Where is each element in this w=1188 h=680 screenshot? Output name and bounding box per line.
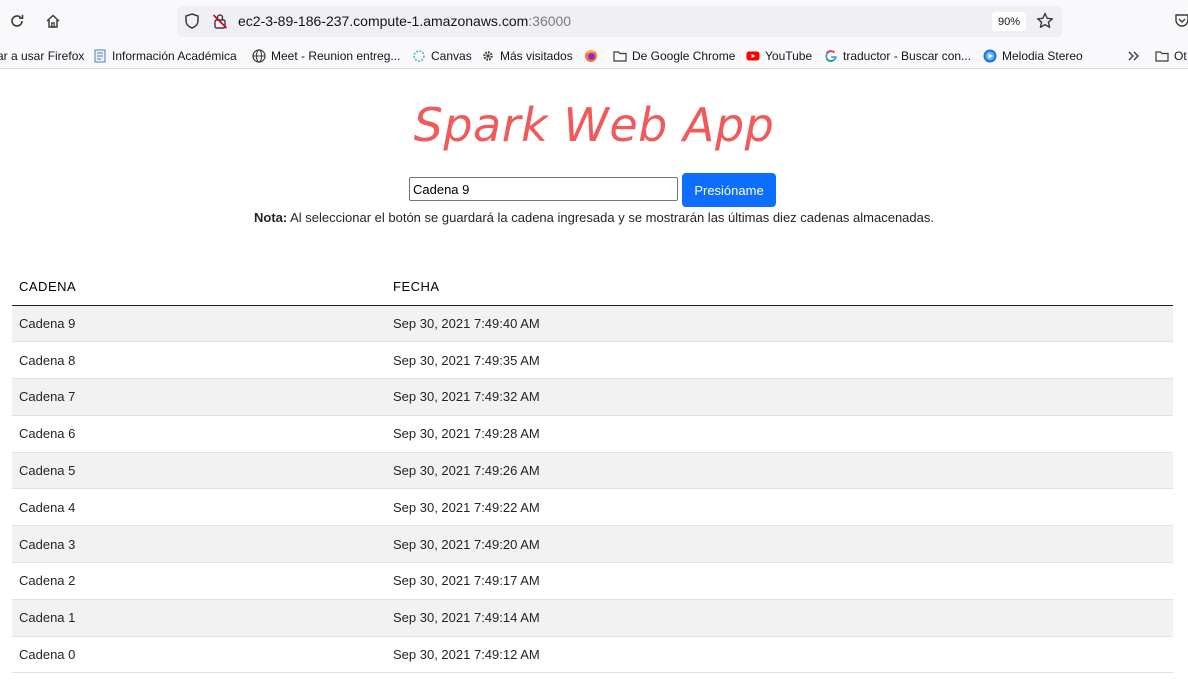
bookmark-youtube[interactable]: YouTube (746, 47, 812, 65)
url-bar[interactable]: ec2-3-89-186-237.compute-1.amazonaws.com… (177, 6, 1062, 37)
fecha-cell: Sep 30, 2021 7:49:22 AM (386, 488, 1173, 527)
note-text: Nota: Al seleccionar el botón se guardar… (0, 210, 1188, 225)
table-row: Cadena 3 Sep 30, 2021 7:49:20 AM (12, 525, 1173, 564)
document-icon (93, 49, 107, 63)
fecha-cell: Sep 30, 2021 7:49:20 AM (386, 525, 1173, 564)
shield-icon[interactable] (183, 12, 201, 30)
fecha-cell: Sep 30, 2021 7:49:32 AM (386, 378, 1173, 416)
bookmark-firefox[interactable] (584, 47, 598, 65)
pocket-icon[interactable] (1174, 12, 1188, 28)
presioname-button[interactable]: Presióname (682, 173, 776, 207)
cadena-cell: Cadena 6 (12, 415, 386, 453)
fecha-cell: Sep 30, 2021 7:49:26 AM (386, 452, 1173, 490)
cadena-cell: Cadena 0 (12, 636, 386, 674)
bookmark-label: Información Académica (112, 49, 237, 63)
table-row: Cadena 1 Sep 30, 2021 7:49:14 AM (12, 599, 1173, 637)
note-label: Nota: (254, 210, 288, 225)
table-header-row: CADENA FECHA (12, 268, 1173, 306)
bookmarks-bar: ar a usar Firefox Información Académica … (0, 42, 1188, 69)
cadena-cell: Cadena 9 (12, 305, 386, 343)
bookmark-label: De Google Chrome (632, 49, 736, 63)
bookmark-canvas[interactable]: Canvas (412, 47, 472, 65)
table-row: Cadena 4 Sep 30, 2021 7:49:22 AM (12, 488, 1173, 527)
url-text[interactable]: ec2-3-89-186-237.compute-1.amazonaws.com… (238, 13, 571, 29)
bookmark-firefox-getting-started[interactable]: ar a usar Firefox (0, 47, 84, 65)
bookmark-meet[interactable]: Meet - Reunion entreg... (252, 47, 400, 65)
table-row: Cadena 8 Sep 30, 2021 7:49:35 AM (12, 341, 1173, 380)
table-row: Cadena 2 Sep 30, 2021 7:49:17 AM (12, 562, 1173, 600)
gear-icon (481, 49, 495, 63)
browser-toolbar: ec2-3-89-186-237.compute-1.amazonaws.com… (0, 0, 1188, 42)
reload-icon[interactable] (6, 10, 28, 32)
folder-icon (1155, 49, 1169, 63)
play-icon (983, 49, 997, 63)
home-icon[interactable] (42, 10, 64, 32)
firefox-icon (584, 49, 598, 63)
table-row: Cadena 6 Sep 30, 2021 7:49:28 AM (12, 415, 1173, 453)
bookmark-star-icon[interactable] (1035, 11, 1055, 31)
bookmark-traductor[interactable]: traductor - Buscar con... (824, 47, 971, 65)
bookmark-label: YouTube (765, 49, 813, 63)
bookmark-label: traductor - Buscar con... (843, 49, 972, 63)
canvas-icon (412, 49, 426, 63)
bookmarks-overflow-chevron-icon[interactable] (1127, 47, 1141, 65)
insecure-lock-icon[interactable] (211, 12, 229, 30)
fecha-cell: Sep 30, 2021 7:49:35 AM (386, 341, 1173, 380)
cadena-cell: Cadena 4 (12, 488, 386, 527)
page-title: Spark Web App (413, 98, 775, 152)
fecha-cell: Sep 30, 2021 7:49:12 AM (386, 636, 1173, 674)
cadena-cell: Cadena 2 (12, 562, 386, 600)
fecha-cell: Sep 30, 2021 7:49:14 AM (386, 599, 1173, 637)
folder-icon (613, 49, 627, 63)
google-icon (824, 49, 838, 63)
cadena-cell: Cadena 5 (12, 452, 386, 490)
fecha-cell: Sep 30, 2021 7:49:40 AM (386, 305, 1173, 343)
cadenas-table: CADENA FECHA Cadena 9 Sep 30, 2021 7:49:4… (12, 268, 1173, 674)
bookmark-de-google-chrome[interactable]: De Google Chrome (613, 47, 735, 65)
cadena-cell: Cadena 3 (12, 525, 386, 564)
fecha-cell: Sep 30, 2021 7:49:17 AM (386, 562, 1173, 600)
bookmark-melodia-stereo[interactable]: Melodia Stereo (983, 47, 1083, 65)
cadena-cell: Cadena 1 (12, 599, 386, 637)
bookmark-label: Meet - Reunion entreg... (271, 49, 401, 63)
table-row: Cadena 5 Sep 30, 2021 7:49:26 AM (12, 452, 1173, 490)
bookmark-mas-visitados[interactable]: Más visitados (481, 47, 573, 65)
globe-icon (252, 49, 266, 63)
table-row: Cadena 7 Sep 30, 2021 7:49:32 AM (12, 378, 1173, 416)
zoom-level-badge[interactable]: 90% (992, 12, 1026, 31)
cadena-cell: Cadena 8 (12, 341, 386, 380)
note-body: Al seleccionar el botón se guardará la c… (287, 210, 934, 225)
bookmark-label: ar a usar Firefox (0, 49, 85, 63)
bookmark-label: Ot (1174, 49, 1187, 63)
bookmark-other[interactable]: Ot (1155, 47, 1187, 65)
bookmark-label: Más visitados (500, 49, 573, 63)
column-header-cadena: CADENA (12, 268, 386, 306)
cadena-input[interactable] (409, 177, 678, 201)
table-row: Cadena 9 Sep 30, 2021 7:49:40 AM (12, 305, 1173, 343)
cadena-cell: Cadena 7 (12, 378, 386, 416)
column-header-fecha: FECHA (386, 268, 1173, 306)
table-row: Cadena 0 Sep 30, 2021 7:49:12 AM (12, 636, 1173, 674)
youtube-icon (746, 49, 760, 63)
bookmark-label: Melodia Stereo (1002, 49, 1083, 63)
bookmark-informacion-academica[interactable]: Información Académica (93, 47, 237, 65)
bookmark-label: Canvas (431, 49, 472, 63)
fecha-cell: Sep 30, 2021 7:49:28 AM (386, 415, 1173, 453)
